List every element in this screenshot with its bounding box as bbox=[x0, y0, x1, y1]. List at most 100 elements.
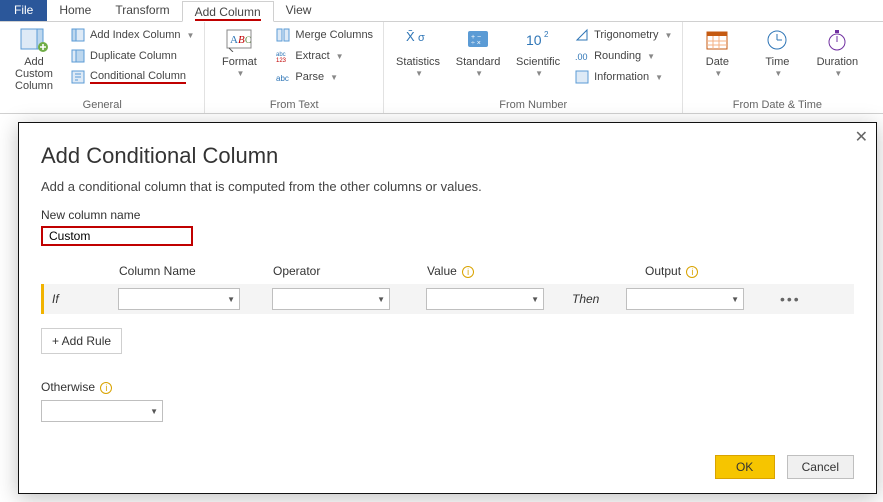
date-label: Date bbox=[706, 56, 729, 68]
chevron-down-icon: ▼ bbox=[336, 52, 344, 61]
info-icon[interactable]: i bbox=[686, 266, 698, 278]
ribbon-tabs: File Home Transform Add Column View bbox=[0, 0, 883, 22]
conditional-column-label: Conditional Column bbox=[90, 70, 186, 84]
tab-add-column-label: Add Column bbox=[195, 5, 261, 21]
chevron-down-icon: ▼ bbox=[236, 70, 244, 79]
rule-row: If ▼ ▼ ▼ Then ▼ ••• bbox=[41, 284, 854, 314]
duration-button[interactable]: Duration ▼ bbox=[811, 26, 863, 79]
group-from-date-time: Date ▼ Time ▼ Duration ▼ From Date & Tim… bbox=[683, 22, 871, 113]
chevron-down-icon: ▼ bbox=[714, 70, 722, 79]
operator-select[interactable]: ▼ bbox=[272, 288, 390, 310]
information-icon bbox=[574, 69, 590, 85]
chevron-down-icon: ▼ bbox=[834, 70, 842, 79]
group-from-date-time-label: From Date & Time bbox=[691, 96, 863, 111]
close-button[interactable]: ✕ bbox=[855, 127, 868, 147]
ok-button[interactable]: OK bbox=[715, 455, 775, 479]
column-name-select[interactable]: ▼ bbox=[118, 288, 240, 310]
trigonometry-button[interactable]: Trigonometry ▼ bbox=[572, 26, 674, 44]
standard-icon: + −÷ × bbox=[462, 26, 494, 54]
clock-icon bbox=[761, 26, 793, 54]
format-label: Format bbox=[222, 56, 257, 68]
rule-more-button[interactable]: ••• bbox=[774, 291, 807, 307]
statistics-icon: X̄σ bbox=[402, 26, 434, 54]
parse-button[interactable]: abc Parse ▼ bbox=[273, 68, 375, 86]
add-custom-column-button[interactable]: Add Custom Column bbox=[8, 26, 60, 92]
group-from-number: X̄σ Statistics ▼ + −÷ × Standard ▼ 102 S… bbox=[384, 22, 683, 113]
tab-transform[interactable]: Transform bbox=[103, 0, 181, 21]
rounding-icon: .00 bbox=[574, 48, 590, 64]
duration-label: Duration bbox=[817, 56, 859, 68]
format-icon: ABC bbox=[223, 26, 255, 54]
date-button[interactable]: Date ▼ bbox=[691, 26, 743, 79]
standard-label: Standard bbox=[456, 56, 501, 68]
tab-home[interactable]: Home bbox=[47, 0, 103, 21]
svg-text:A: A bbox=[230, 34, 238, 46]
group-general: Add Custom Column Add Index Column ▼ Dup… bbox=[0, 22, 205, 113]
cancel-button[interactable]: Cancel bbox=[787, 455, 854, 479]
group-general-label: General bbox=[8, 96, 196, 111]
statistics-button[interactable]: X̄σ Statistics ▼ bbox=[392, 26, 444, 86]
rule-headers: Column Name Operator Value i Output i bbox=[41, 264, 854, 278]
merge-columns-label: Merge Columns bbox=[295, 29, 373, 41]
rounding-button[interactable]: .00 Rounding ▼ bbox=[572, 47, 674, 65]
format-button[interactable]: ABC Format ▼ bbox=[213, 26, 265, 86]
table-add-icon bbox=[18, 26, 50, 54]
info-icon[interactable]: i bbox=[462, 266, 474, 278]
otherwise-select[interactable]: ▼ bbox=[41, 400, 163, 422]
otherwise-label: Otherwise i bbox=[41, 380, 854, 394]
svg-text:123: 123 bbox=[276, 58, 287, 63]
new-column-name-label: New column name bbox=[41, 208, 854, 222]
information-button[interactable]: Information ▼ bbox=[572, 68, 674, 86]
scientific-icon: 102 bbox=[522, 26, 554, 54]
duplicate-column-label: Duplicate Column bbox=[90, 50, 177, 62]
time-label: Time bbox=[765, 56, 789, 68]
add-index-column-button[interactable]: Add Index Column ▼ bbox=[68, 26, 196, 44]
add-index-column-label: Add Index Column bbox=[90, 29, 181, 41]
rounding-label: Rounding bbox=[594, 50, 641, 62]
svg-text:C: C bbox=[245, 35, 251, 45]
header-operator: Operator bbox=[273, 264, 427, 278]
duplicate-column-button[interactable]: Duplicate Column bbox=[68, 47, 196, 65]
group-from-text-label: From Text bbox=[213, 96, 375, 111]
chevron-down-icon: ▼ bbox=[647, 52, 655, 61]
rule-then-label: Then bbox=[572, 292, 626, 306]
svg-text:B: B bbox=[238, 34, 245, 46]
tab-add-column[interactable]: Add Column bbox=[182, 1, 274, 22]
duplicate-column-icon bbox=[70, 48, 86, 64]
index-column-icon bbox=[70, 27, 86, 43]
chevron-down-icon: ▼ bbox=[535, 70, 543, 79]
scientific-button[interactable]: 102 Scientific ▼ bbox=[512, 26, 564, 86]
chevron-down-icon: ▼ bbox=[475, 70, 483, 79]
scientific-label: Scientific bbox=[516, 56, 560, 68]
stopwatch-icon bbox=[821, 26, 853, 54]
add-conditional-column-dialog: ✕ Add Conditional Column Add a condition… bbox=[18, 122, 877, 494]
merge-columns-button[interactable]: Merge Columns bbox=[273, 26, 375, 44]
header-column-name: Column Name bbox=[119, 264, 273, 278]
trigonometry-icon bbox=[574, 27, 590, 43]
ribbon: Add Custom Column Add Index Column ▼ Dup… bbox=[0, 22, 883, 114]
group-from-text: ABC Format ▼ Merge Columns abc123 Extrac… bbox=[205, 22, 384, 113]
tab-view[interactable]: View bbox=[274, 0, 324, 21]
new-column-name-input[interactable] bbox=[41, 226, 193, 246]
conditional-column-icon bbox=[70, 69, 86, 85]
value-select[interactable]: ▼ bbox=[426, 288, 544, 310]
time-button[interactable]: Time ▼ bbox=[751, 26, 803, 79]
standard-button[interactable]: + −÷ × Standard ▼ bbox=[452, 26, 504, 86]
parse-label: Parse bbox=[295, 71, 324, 83]
extract-button[interactable]: abc123 Extract ▼ bbox=[273, 47, 375, 65]
group-from-number-label: From Number bbox=[392, 96, 674, 111]
conditional-column-button[interactable]: Conditional Column bbox=[68, 68, 196, 86]
extract-label: Extract bbox=[295, 50, 329, 62]
statistics-label: Statistics bbox=[396, 56, 440, 68]
merge-columns-icon bbox=[275, 27, 291, 43]
chevron-down-icon: ▼ bbox=[187, 31, 195, 40]
output-select[interactable]: ▼ bbox=[626, 288, 744, 310]
add-custom-column-label: Add Custom Column bbox=[8, 56, 60, 92]
chevron-down-icon: ▼ bbox=[774, 70, 782, 79]
tab-file[interactable]: File bbox=[0, 0, 47, 21]
svg-text:abc: abc bbox=[276, 74, 289, 83]
svg-text:.00: .00 bbox=[575, 52, 588, 62]
chevron-down-icon: ▼ bbox=[655, 73, 663, 82]
add-rule-button[interactable]: + Add Rule bbox=[41, 328, 122, 354]
info-icon[interactable]: i bbox=[100, 382, 112, 394]
